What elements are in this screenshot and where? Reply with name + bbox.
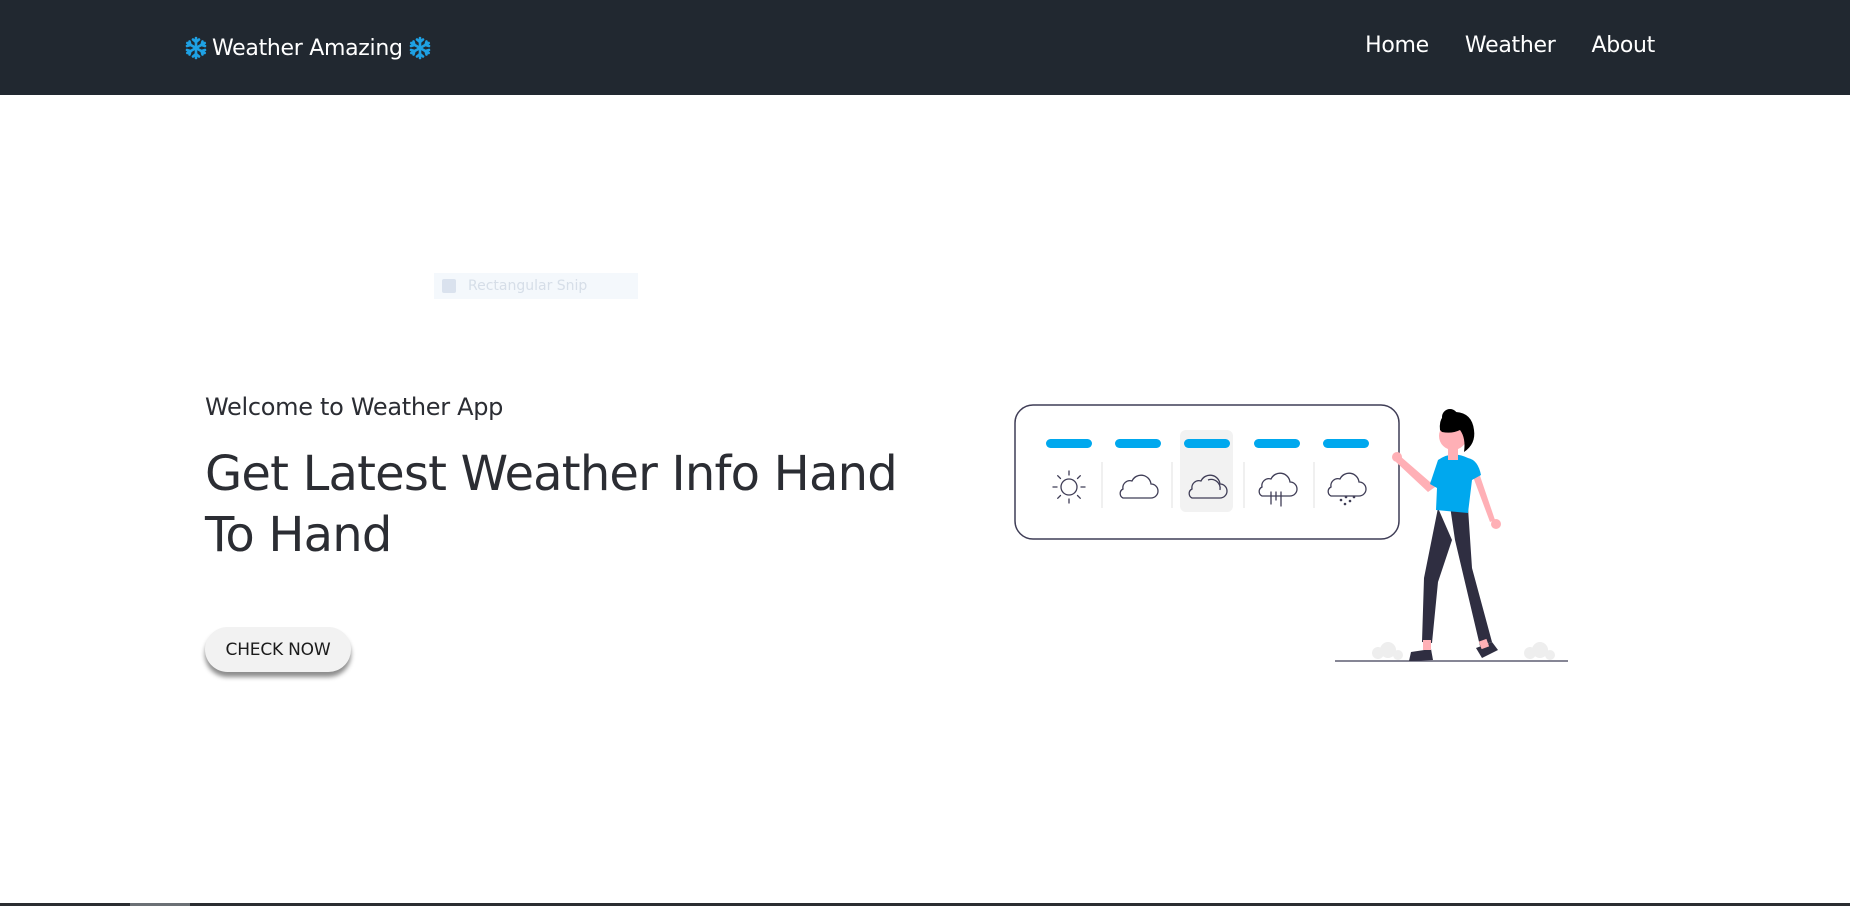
shrub-left <box>1372 642 1403 660</box>
brand-title: Weather Amazing <box>212 35 403 61</box>
snip-label: Rectangular Snip <box>468 278 588 294</box>
forecast-bar <box>1323 439 1369 448</box>
forecast-bar <box>1046 439 1092 448</box>
nav-link-weather[interactable]: Weather <box>1447 30 1574 61</box>
snowflake-icon <box>185 36 207 60</box>
headline-line-2: To Hand <box>205 507 392 563</box>
snip-overlay: Rectangular Snip <box>434 273 638 299</box>
navbar: Weather Amazing Home Weather About <box>0 0 1850 95</box>
nav-links: Home Weather About <box>1347 30 1655 61</box>
headline-line-1: Get Latest Weather Info Hand <box>205 446 898 502</box>
welcome-text: Welcome to Weather App <box>205 393 504 421</box>
forecast-bar <box>1115 439 1161 448</box>
check-now-button[interactable]: CHECK NOW <box>205 627 351 672</box>
nav-link-about[interactable]: About <box>1573 30 1655 61</box>
snip-icon <box>442 279 456 293</box>
forecast-bar <box>1184 439 1230 448</box>
nav-link-home[interactable]: Home <box>1347 30 1447 61</box>
hero-headline: Get Latest Weather Info Hand To Hand <box>205 444 965 566</box>
hero-section: Welcome to Weather App Get Latest Weathe… <box>205 393 965 566</box>
brand-link[interactable]: Weather Amazing <box>183 31 433 65</box>
weather-illustration <box>1014 404 1568 662</box>
shrub-right <box>1524 642 1555 660</box>
person-figure <box>1392 409 1501 661</box>
forecast-bar <box>1254 439 1300 448</box>
snowflake-icon <box>409 36 430 60</box>
